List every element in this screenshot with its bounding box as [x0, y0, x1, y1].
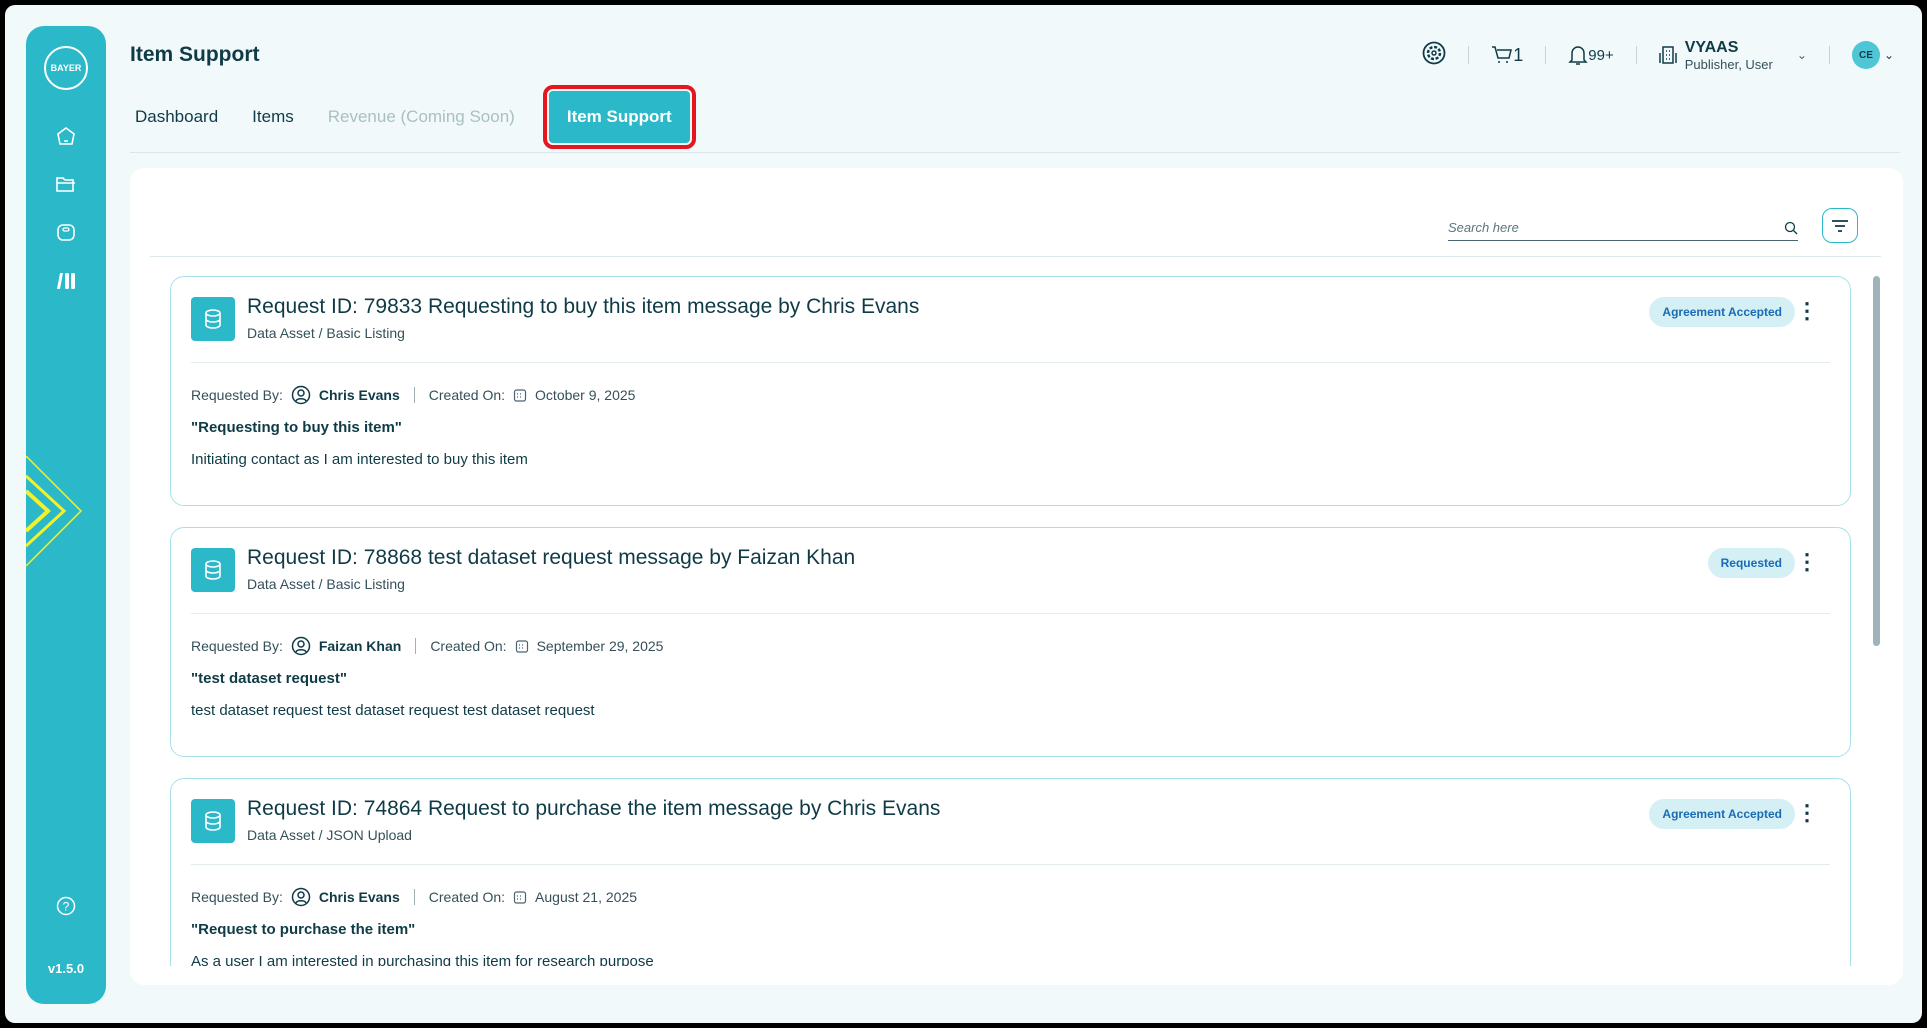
request-meta: Requested By: Chris Evans Created On: Au…	[191, 887, 637, 907]
search-icon[interactable]	[1784, 221, 1798, 235]
request-subject: "test dataset request"	[191, 670, 347, 687]
database-icon	[191, 799, 235, 843]
request-message: Initiating contact as I am interested to…	[191, 451, 528, 468]
chevron-down-icon: ⌄	[1796, 48, 1807, 62]
request-meta: Requested By: Chris Evans Created On: Oc…	[191, 385, 635, 405]
divider	[130, 152, 1900, 153]
org-switcher[interactable]: VYAAS Publisher, User ⌄	[1658, 38, 1807, 72]
notification-count: 99+	[1588, 46, 1614, 64]
cart-count: 1	[1513, 44, 1524, 65]
notifications-button[interactable]: 99+	[1568, 44, 1614, 66]
request-subject: "Requesting to buy this item"	[191, 419, 402, 436]
request-list[interactable]: Request ID: 79833 Requesting to buy this…	[170, 276, 1860, 966]
calendar-icon	[513, 891, 527, 904]
building-icon	[1658, 46, 1677, 64]
sidebar: BAYER ? v1.5.0	[26, 26, 106, 1004]
calendar-icon	[513, 389, 527, 402]
decorative-chevrons-icon	[26, 456, 83, 567]
created-date: August 21, 2025	[535, 889, 638, 905]
bell-icon	[1568, 46, 1589, 65]
filter-icon	[1832, 219, 1848, 232]
created-on-label: Created On:	[430, 638, 507, 654]
request-category: Data Asset / Basic Listing	[247, 325, 405, 341]
status-badge: Requested	[1707, 548, 1795, 578]
home-icon[interactable]	[54, 124, 78, 148]
request-category: Data Asset / Basic Listing	[247, 576, 405, 592]
user-icon	[291, 385, 311, 405]
created-on-label: Created On:	[428, 387, 506, 403]
bayer-logo[interactable]: BAYER	[44, 46, 88, 90]
request-subject: "Request to purchase the item"	[191, 921, 416, 938]
request-card[interactable]: Request ID: 79833 Requesting to buy this…	[170, 276, 1851, 506]
created-date: October 9, 2025	[535, 387, 636, 403]
more-options-icon[interactable]: ⋮	[1796, 297, 1818, 325]
request-card[interactable]: Request ID: 78868 test dataset request m…	[170, 527, 1851, 757]
more-options-icon[interactable]: ⋮	[1796, 548, 1818, 576]
org-roles: Publisher, User	[1684, 56, 1773, 72]
version-label: v1.5.0	[47, 961, 85, 976]
avatar: CE	[1851, 41, 1880, 69]
more-options-icon[interactable]: ⋮	[1796, 799, 1818, 827]
request-title[interactable]: Request ID: 79833 Requesting to buy this…	[247, 295, 919, 319]
page-title: Item Support	[130, 43, 260, 66]
divider	[191, 362, 1830, 363]
search-bar	[1448, 215, 1798, 241]
divider	[191, 864, 1830, 865]
scrollbar[interactable]	[1873, 276, 1880, 646]
user-icon	[291, 887, 311, 907]
chevron-down-icon: ⌄	[1883, 48, 1894, 62]
created-on-label: Created On:	[428, 889, 506, 905]
tab-dashboard[interactable]: Dashboard	[135, 107, 218, 127]
help-icon[interactable]: ?	[54, 894, 78, 918]
tab-item-support[interactable]: Item Support	[542, 85, 696, 149]
divider	[191, 613, 1830, 614]
app-window: BAYER ? v1.5.0 Item Support 1 99+ VYAAS P…	[5, 5, 1922, 1023]
org-name: VYAAS	[1684, 38, 1739, 56]
bag-icon[interactable]	[54, 220, 78, 244]
header-actions: 1 99+ VYAAS Publisher, User ⌄ CE ⌄	[1422, 35, 1894, 75]
calendar-icon	[515, 640, 528, 653]
requester-name: Chris Evans	[318, 387, 400, 403]
created-date: September 29, 2025	[536, 638, 664, 654]
database-icon	[191, 297, 235, 341]
requested-by-label: Requested By:	[191, 889, 283, 905]
cart-icon	[1492, 46, 1513, 63]
requested-by-label: Requested By:	[191, 387, 283, 403]
search-input[interactable]	[1448, 220, 1748, 235]
library-icon[interactable]	[54, 269, 78, 293]
tab-revenue: Revenue (Coming Soon)	[327, 107, 515, 126]
requests-panel: Request ID: 79833 Requesting to buy this…	[130, 168, 1903, 985]
status-badge: Agreement Accepted	[1649, 799, 1795, 829]
request-title[interactable]: Request ID: 78868 test dataset request m…	[247, 546, 855, 570]
folder-icon[interactable]	[54, 172, 78, 196]
tab-bar: Dashboard Items Revenue (Coming Soon) It…	[135, 85, 696, 149]
filter-button[interactable]	[1822, 208, 1858, 243]
request-category: Data Asset / JSON Upload	[247, 827, 412, 843]
requester-name: Chris Evans	[318, 889, 400, 905]
request-message: As a user I am interested in purchasing …	[191, 953, 654, 966]
user-icon	[291, 636, 311, 656]
requested-by-label: Requested By:	[191, 638, 283, 654]
status-badge: Agreement Accepted	[1649, 297, 1795, 327]
request-meta: Requested By: Faizan Khan Created On: Se…	[191, 636, 663, 656]
requester-name: Faizan Khan	[318, 638, 402, 654]
svg-text:?: ?	[63, 900, 70, 914]
request-message: test dataset request test dataset reques…	[191, 702, 595, 719]
cart-button[interactable]: 1	[1491, 45, 1523, 66]
database-icon	[191, 548, 235, 592]
settings-icon[interactable]	[1422, 41, 1446, 70]
request-card[interactable]: Request ID: 74864 Request to purchase th…	[170, 778, 1851, 966]
divider	[150, 256, 1881, 257]
request-title[interactable]: Request ID: 74864 Request to purchase th…	[247, 797, 940, 821]
user-menu[interactable]: CE ⌄	[1851, 41, 1894, 69]
tab-items[interactable]: Items	[252, 107, 294, 127]
